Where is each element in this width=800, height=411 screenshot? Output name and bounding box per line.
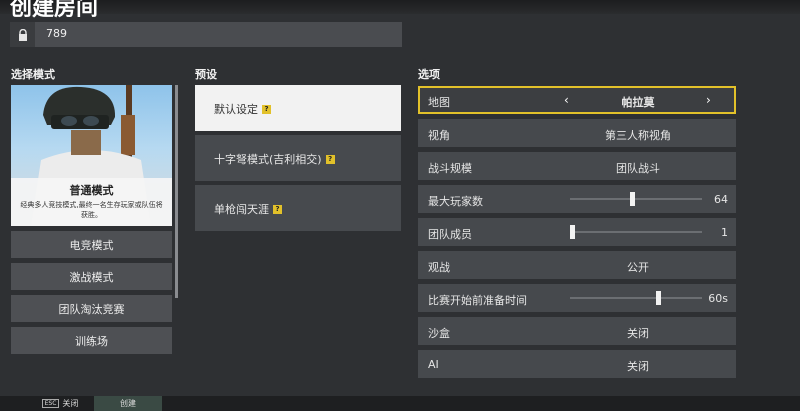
option-view[interactable]: 视角 第三人称视角 [418,119,736,147]
slider-handle[interactable] [656,291,662,305]
mode-card-normal[interactable]: 普通模式 经典多人竞技模式,最终一名生存玩家或队伍将获胜。 [11,85,172,226]
preset-default[interactable]: 默认设定 ? [195,85,401,131]
option-map[interactable]: 地图 ‹ 帕拉莫 › [418,86,736,114]
option-label: 沙盒 [428,327,450,340]
help-icon[interactable]: ? [262,104,271,114]
help-icon[interactable]: ? [325,154,335,164]
close-button[interactable]: ESC 关闭 [36,396,84,411]
option-max-players[interactable]: 最大玩家数 64 [418,185,736,213]
sandbox-value: 关闭 [627,327,649,340]
option-sandbox[interactable]: 沙盒 关闭 [418,317,736,345]
prep-time-value: 60s [708,292,728,305]
chevron-right-icon[interactable]: › [706,93,711,107]
option-team-members[interactable]: 团队成员 1 [418,218,736,246]
preset-lone-gun[interactable]: 单枪闯天涯 ? [195,185,401,231]
mode-button-team-elimination[interactable]: 团队淘汰竞赛 [11,295,172,322]
option-label: AI [428,358,439,371]
preset-label: 十字弩模式(吉利相交) [214,153,322,166]
option-label: 地图 [428,96,450,109]
help-icon[interactable]: ? [273,204,282,214]
option-label: 比赛开始前准备时间 [428,294,527,307]
mode-description: 经典多人竞技模式,最终一名生存玩家或队伍将获胜。 [20,201,163,219]
page-title: 创建房间 [10,0,99,21]
option-label: 观战 [428,261,450,274]
mode-heading: 选择模式 [11,68,55,81]
create-button[interactable]: 创建 [94,396,162,411]
option-prep-time[interactable]: 比赛开始前准备时间 60s [418,284,736,312]
option-label: 视角 [428,129,450,142]
password-value: 789 [46,27,67,40]
close-label: 关闭 [62,399,79,408]
slider-track[interactable] [570,198,702,200]
option-spectate[interactable]: 观战 公开 [418,251,736,279]
mode-button-esports[interactable]: 电竞模式 [11,231,172,258]
title-bar: 创建房间 [0,0,800,21]
password-field[interactable]: 789 [10,22,402,47]
mode-name: 普通模式 [69,184,114,197]
map-value: 帕拉莫 [621,96,655,109]
preset-label: 单枪闯天涯 [214,203,269,216]
esc-key-hint: ESC [41,399,60,408]
option-scale[interactable]: 战斗规模 团队战斗 [418,152,736,180]
option-label: 团队成员 [428,228,472,241]
option-label: 战斗规模 [428,162,472,175]
preset-heading: 预设 [195,68,217,81]
ai-value: 关闭 [627,360,649,373]
preset-crossbow[interactable]: 十字弩模式(吉利相交) ? [195,135,401,181]
option-label: 最大玩家数 [428,195,483,208]
mode-scrollbar[interactable] [175,85,178,298]
mode-button-intense[interactable]: 激战模式 [11,263,172,290]
mode-card-caption: 普通模式 经典多人竞技模式,最终一名生存玩家或队伍将获胜。 [11,178,172,226]
slider-track[interactable] [570,231,702,233]
spectate-value: 公开 [627,261,649,274]
lock-icon [10,22,35,47]
preset-label: 默认设定 [214,103,258,116]
slider-handle[interactable] [629,192,635,206]
mode-button-training[interactable]: 训练场 [11,327,172,354]
view-value: 第三人称视角 [605,129,671,142]
slider-track[interactable] [570,297,702,299]
options-heading: 选项 [418,68,440,81]
slider-handle[interactable] [570,225,575,239]
max-players-value: 64 [714,193,728,206]
scale-value: 团队战斗 [616,162,660,175]
team-members-value: 1 [721,226,728,239]
option-ai[interactable]: AI 关闭 [418,350,736,378]
